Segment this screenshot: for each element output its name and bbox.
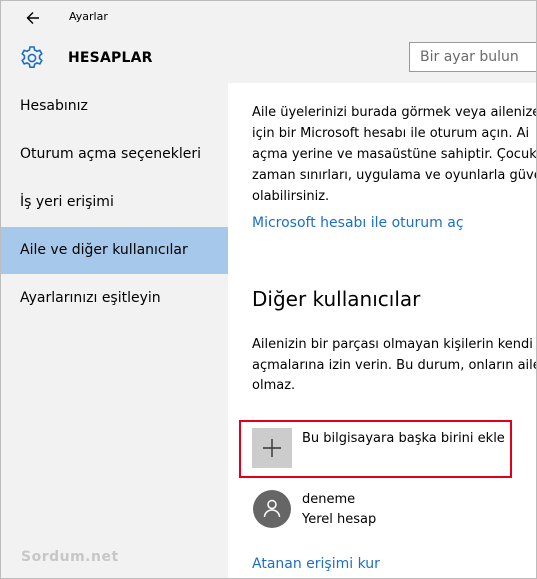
family-paragraph-line: olabilirsiniz. xyxy=(252,189,330,204)
family-paragraph-line: için bir Microsoft hesabı ile oturum açı… xyxy=(252,126,530,141)
person-icon xyxy=(263,499,281,518)
sidebar-item-work-access[interactable]: İş yeri erişimi xyxy=(1,179,228,226)
plus-icon xyxy=(263,439,281,457)
search-input[interactable] xyxy=(409,42,536,72)
page-heading: HESAPLAR xyxy=(68,50,153,66)
sidebar-item-your-account[interactable]: Hesabınız xyxy=(1,83,228,130)
other-users-title: Diğer kullanıcılar xyxy=(252,287,421,311)
sidebar-item-family-other-users[interactable]: Aile ve diğer kullanıcılar xyxy=(1,227,228,274)
window-title: Ayarlar xyxy=(69,10,108,23)
user-name[interactable]: deneme xyxy=(302,492,355,507)
family-paragraph-line: zaman sınırları, uygulama ve oyunlarla g… xyxy=(252,168,537,183)
family-paragraph-line: açma yerine ve masaüstüne sahiptir. Çocu… xyxy=(252,147,537,162)
settings-window: Ayarlar HESAPLAR Hesabınız Oturum açma s… xyxy=(0,0,537,579)
gear-icon xyxy=(21,46,43,68)
other-users-paragraph-line: olmaz. xyxy=(252,378,296,393)
avatar[interactable] xyxy=(253,490,291,528)
assigned-access-link[interactable]: Atanan erişimi kur xyxy=(252,556,380,572)
other-users-paragraph-line: Ailenizin bir parçası olmayan kişilerin … xyxy=(252,337,533,352)
user-account-type: Yerel hesap xyxy=(302,512,377,527)
microsoft-signin-link[interactable]: Microsoft hesabı ile oturum aç xyxy=(252,215,464,231)
sidebar-item-sign-in-options[interactable]: Oturum açma seçenekleri xyxy=(1,131,228,178)
add-user-label[interactable]: Bu bilgisayara başka birini ekle xyxy=(302,431,505,446)
family-paragraph-line: Aile üyelerinizi burada görmek veya aile… xyxy=(252,105,537,120)
sidebar-item-sync-settings[interactable]: Ayarlarınızı eşitleyin xyxy=(1,275,228,322)
add-user-button[interactable] xyxy=(252,428,292,468)
arrow-left-icon[interactable] xyxy=(23,8,45,28)
watermark: Sordum.net xyxy=(21,549,119,565)
other-users-paragraph-line: açmalarına izin verin. Bu durum, onların… xyxy=(252,358,537,373)
